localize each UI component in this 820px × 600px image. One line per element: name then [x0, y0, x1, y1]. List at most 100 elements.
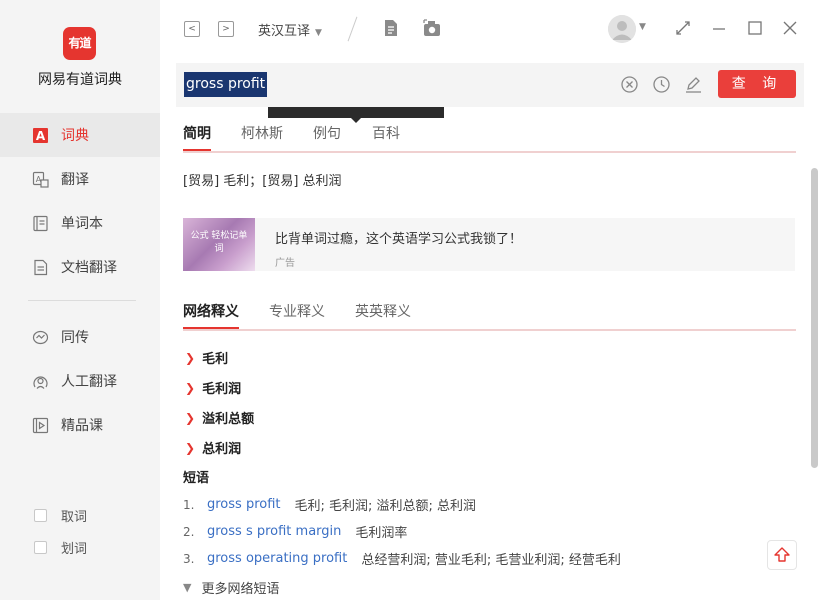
- mini-mode-icon[interactable]: [674, 19, 692, 37]
- web-meaning-item[interactable]: ❯ 溢利总额: [185, 408, 255, 428]
- sidebar-item-wordbook[interactable]: 单词本: [0, 201, 160, 245]
- app-window: 有道 网易有道词典 A 词典 A 翻译 单词本 文档翻译 同传 人工翻译 精品课…: [0, 0, 820, 600]
- phrase-number: 1.: [183, 497, 195, 512]
- checkbox-label: 取词: [61, 509, 88, 525]
- checkbox-label: 划词: [61, 541, 88, 557]
- more-phrases-button[interactable]: ▼ 更多网络短语: [183, 578, 279, 597]
- ad-image-text: 公式 轻松记单词: [190, 231, 248, 254]
- search-input[interactable]: gross profit: [184, 72, 268, 97]
- sidebar-item-label: 人工翻译: [61, 374, 117, 390]
- result-tabs: 简明 柯林斯 例句 百科: [183, 123, 796, 153]
- checkbox-box[interactable]: [34, 508, 47, 522]
- more-phrases-label: 更多网络短语: [201, 582, 280, 597]
- tab-examples[interactable]: 例句: [313, 123, 341, 143]
- chevron-down-icon[interactable]: ▼: [639, 22, 646, 32]
- app-logo: 有道: [63, 27, 96, 60]
- dictionary-icon: A: [32, 127, 49, 144]
- phrase-row: 3. gross operating profit 总经营利润; 营业毛利; 毛…: [183, 549, 621, 568]
- sidebar-item-label: 精品课: [61, 418, 103, 434]
- chevron-right-icon: ❯: [185, 440, 196, 455]
- wordbook-icon: [32, 215, 49, 232]
- search-bar: gross profit 查 询: [176, 63, 804, 107]
- chevron-right-icon: ❯: [185, 380, 196, 395]
- web-meaning-text: 毛利: [202, 352, 229, 367]
- web-meaning-item[interactable]: ❯ 毛利润: [185, 378, 242, 398]
- screenshot-translate-icon[interactable]: [422, 18, 442, 38]
- clear-icon[interactable]: [620, 75, 639, 94]
- sidebar-item-label: 词典: [61, 128, 89, 144]
- definition-tabs: 网络释义 专业释义 英英释义: [183, 301, 796, 331]
- course-icon: [32, 417, 49, 434]
- ad-banner[interactable]: 公式 轻松记单词 比背单词过瘾，这个英语学习公式我锁了！ 广告: [183, 218, 795, 271]
- close-icon[interactable]: [781, 19, 799, 37]
- search-button[interactable]: 查 询: [718, 70, 796, 98]
- chevron-down-icon: ▼: [183, 581, 192, 594]
- back-to-top-button[interactable]: [767, 540, 797, 570]
- tab-encyclopedia[interactable]: 百科: [372, 123, 400, 143]
- sidebar-item-label: 文档翻译: [61, 260, 117, 276]
- sidebar-item-course[interactable]: 精品课: [0, 403, 160, 447]
- forward-button[interactable]: >: [218, 21, 234, 37]
- language-mode-label: 英汉互译: [258, 24, 311, 39]
- user-avatar[interactable]: [608, 15, 636, 43]
- app-brand-name: 网易有道词典: [38, 72, 122, 88]
- phrase-link[interactable]: gross operating profit: [207, 551, 347, 566]
- minimize-icon[interactable]: [710, 19, 728, 37]
- toolbar-separator: [347, 16, 358, 42]
- sidebar: 有道 网易有道词典 A 词典 A 翻译 单词本 文档翻译 同传 人工翻译 精品课…: [0, 0, 160, 600]
- phrase-translation: 总经营利润; 营业毛利; 毛营业利润; 经营毛利: [361, 553, 621, 568]
- ad-image[interactable]: 公式 轻松记单词: [183, 218, 255, 271]
- phrase-translation: 毛利; 毛利润; 溢利总额; 总利润: [294, 499, 477, 514]
- tab-concise[interactable]: 简明: [183, 123, 211, 151]
- ad-title[interactable]: 比背单词过瘾，这个英语学习公式我锁了！: [275, 228, 522, 247]
- sidebar-item-label: 单词本: [61, 216, 103, 232]
- language-mode-select[interactable]: 英汉互译 ▼: [258, 20, 322, 39]
- sidebar-item-simultaneous-interpretation[interactable]: 同传: [0, 315, 160, 359]
- concise-definition: [贸易] 毛利；[贸易] 总利润: [183, 174, 342, 189]
- handwriting-icon[interactable]: [684, 75, 703, 94]
- phrase-number: 2.: [183, 524, 195, 539]
- toolbar: < > 英汉互译 ▼ ▼: [160, 0, 820, 58]
- human-translation-icon: [32, 373, 49, 390]
- phrase-translation: 毛利润率: [355, 526, 408, 541]
- svg-text:A: A: [36, 129, 46, 143]
- web-meaning-text: 毛利润: [202, 382, 242, 397]
- chevron-right-icon: ❯: [185, 410, 196, 425]
- tab-professional-definitions[interactable]: 专业释义: [269, 301, 325, 321]
- web-meaning-text: 溢利总额: [202, 412, 255, 427]
- tab-english-definitions[interactable]: 英英释义: [355, 301, 411, 321]
- maximize-icon[interactable]: [746, 19, 764, 37]
- chevron-down-icon: ▼: [315, 28, 322, 38]
- document-translate-icon: [32, 259, 49, 276]
- tab-collins[interactable]: 柯林斯: [241, 123, 283, 143]
- arrow-up-icon: [774, 547, 790, 562]
- web-meaning-item[interactable]: ❯ 总利润: [185, 438, 242, 458]
- ad-label: 广告: [275, 258, 295, 269]
- phrase-link[interactable]: gross profit: [207, 497, 281, 512]
- sidebar-item-dictionary[interactable]: A 词典: [0, 113, 160, 157]
- simultaneous-interpretation-icon: [32, 329, 49, 346]
- sidebar-item-label: 翻译: [61, 172, 89, 188]
- sidebar-divider: [28, 300, 136, 301]
- word-capture-checkbox[interactable]: 取词: [34, 504, 144, 526]
- phrase-number: 3.: [183, 551, 195, 566]
- phrase-link[interactable]: gross s profit margin: [207, 524, 341, 539]
- sidebar-item-human-translation[interactable]: 人工翻译: [0, 359, 160, 403]
- selection-translate-checkbox[interactable]: 划词: [34, 536, 144, 558]
- document-icon[interactable]: [381, 18, 401, 38]
- translate-icon: A: [32, 171, 49, 188]
- phrase-row: 1. gross profit 毛利; 毛利润; 溢利总额; 总利润: [183, 495, 476, 514]
- back-button[interactable]: <: [184, 21, 200, 37]
- history-icon[interactable]: [652, 75, 671, 94]
- phrases-title: 短语: [183, 471, 210, 486]
- chevron-right-icon: ❯: [185, 350, 196, 365]
- checkbox-box[interactable]: [34, 540, 47, 554]
- tooltip: [268, 107, 444, 118]
- web-meaning-item[interactable]: ❯ 毛利: [185, 348, 229, 368]
- scrollbar[interactable]: [811, 168, 818, 468]
- sidebar-item-document-translate[interactable]: 文档翻译: [0, 245, 160, 289]
- phrase-row: 2. gross s profit margin 毛利润率: [183, 522, 407, 541]
- tab-web-definitions[interactable]: 网络释义: [183, 301, 239, 329]
- sidebar-item-translate[interactable]: A 翻译: [0, 157, 160, 201]
- web-meaning-text: 总利润: [202, 442, 242, 457]
